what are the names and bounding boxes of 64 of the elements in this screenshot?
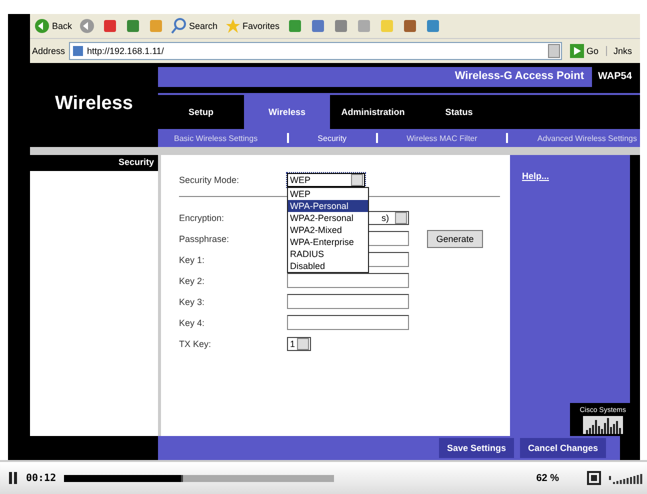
security-mode-select[interactable]: WEP [287, 172, 365, 186]
product-name: Wireless-G Access Point [158, 67, 592, 87]
form-button[interactable]: Save Settings [438, 438, 514, 458]
toolbar-icon [356, 18, 372, 34]
field-label: TX Key: [179, 338, 212, 348]
field-label: Key 2: [179, 276, 206, 286]
toolbar-icon [286, 18, 303, 34]
product-title: Wireless [54, 92, 134, 116]
help-link[interactable]: Help... [522, 171, 630, 181]
field-label: Key 1: [179, 254, 206, 264]
address-field[interactable]: http://192.168.1.11/ [69, 42, 562, 60]
dropdown-option[interactable]: WPA-Personal [288, 200, 368, 212]
star-icon [224, 18, 241, 34]
key-field[interactable] [287, 294, 409, 309]
toolbar-icon [424, 18, 441, 34]
key-field[interactable] [287, 273, 409, 288]
nav-tab[interactable]: Wireless [244, 95, 330, 129]
field-label: Key 3: [179, 296, 206, 306]
page-icon [72, 45, 84, 57]
generate-button[interactable]: Generate [427, 230, 483, 248]
field-label: Security Mode: [179, 174, 240, 184]
dropdown-option[interactable]: WPA2-Mixed [288, 224, 368, 236]
back-button[interactable]: Back [32, 18, 74, 34]
toolbar-icon [102, 18, 118, 34]
toolbar-icon [34, 18, 50, 34]
subnav-link[interactable]: Security [318, 134, 347, 142]
field-label: Passphrase: [179, 234, 230, 244]
playback-time: 00:12 [26, 472, 56, 484]
pause-button[interactable] [8, 472, 18, 484]
links-button[interactable]: Jnks [606, 46, 638, 56]
field-label: Encryption: [179, 212, 226, 222]
toolbar-icon [332, 18, 349, 34]
form-button[interactable]: Cancel Changes [520, 438, 606, 458]
key-field[interactable] [287, 315, 409, 330]
skyline-logo-icon [582, 416, 623, 434]
zoom-level: 62 % [536, 472, 559, 484]
dropdown-option[interactable]: RADIUS [288, 248, 368, 260]
toolbar-icon [125, 18, 142, 34]
address-label: Address [32, 46, 66, 56]
volume-button[interactable] [609, 472, 643, 484]
model-name: WAP54 [597, 70, 633, 84]
search-icon [171, 18, 188, 34]
toolbar-icon [378, 18, 395, 34]
toolbar-icon [310, 18, 326, 34]
toolbar-icon [79, 18, 96, 34]
dropdown-option[interactable]: WEP [288, 188, 368, 200]
subnav-link[interactable]: Advanced Wireless Settings [537, 134, 637, 142]
toolbar-icon [148, 18, 164, 34]
volume-icon [609, 472, 643, 484]
fullscreen-icon [587, 471, 601, 485]
search-button[interactable]: Search [169, 18, 220, 34]
subnav-link[interactable]: Wireless MAC Filter [406, 134, 478, 142]
field-label: Key 4: [179, 318, 206, 328]
favorites-button[interactable]: Favorites [222, 18, 282, 34]
subnav-link[interactable]: Basic Wireless Settings [174, 134, 258, 142]
tx-key-select[interactable]: 1 [287, 336, 311, 350]
go-button[interactable]: Go [566, 44, 602, 58]
pause-icon [8, 472, 18, 484]
dropdown-option[interactable]: WPA2-Personal [288, 212, 368, 224]
dropdown-option[interactable]: Disabled [288, 260, 368, 272]
toolbar-icon [402, 18, 418, 34]
seek-bar[interactable] [64, 474, 334, 482]
dropdown-option[interactable]: WPA-Enterprise [288, 236, 368, 248]
fullscreen-button[interactable] [587, 471, 601, 485]
